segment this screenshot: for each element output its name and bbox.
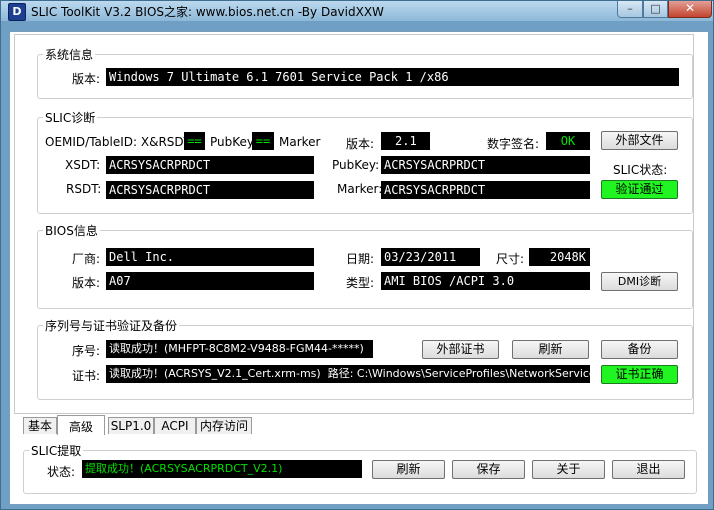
marker-label: Marker	[279, 135, 321, 149]
external-cert-button[interactable]: 外部证书	[422, 340, 499, 359]
tab-slp10[interactable]: SLP1.0	[108, 417, 154, 434]
cert-path-value: C:\Windows\ServiceProfiles\NetworkServic…	[356, 367, 590, 380]
bios-version-field: A07	[106, 272, 314, 290]
vendor-label: 厂商:	[72, 252, 101, 266]
backup-button[interactable]: 备份	[601, 340, 678, 359]
cert-ok-button[interactable]: 证书正确	[601, 365, 678, 384]
about-button[interactable]: 关于	[532, 460, 605, 479]
rsdt-label: RSDT:	[66, 182, 102, 196]
title-bar[interactable]: D SLIC ToolKit V3.2 BIOS之家: www.bios.net…	[1, 1, 713, 21]
marker-field-label: Marker:	[337, 182, 383, 196]
cert-field: 读取成功！(ACRSYS_V2.1_Cert.xrm-ms) 路径: C:\Wi…	[106, 365, 590, 383]
app-window: D SLIC ToolKit V3.2 BIOS之家: www.bios.net…	[0, 0, 714, 510]
system-info-title: 系统信息	[43, 46, 96, 63]
signature-label: 数字签名:	[487, 137, 540, 151]
bios-version-label: 版本:	[72, 276, 101, 290]
slic-diagnosis-title: SLIC诊断	[43, 109, 98, 126]
pubkey-field-label: PubKey:	[332, 158, 380, 172]
bios-info-title: BIOS信息	[43, 222, 100, 239]
dmi-diagnosis-button[interactable]: DMI诊断	[601, 272, 678, 291]
close-icon: ✕	[684, 1, 696, 15]
close-button[interactable]: ✕	[668, 1, 712, 18]
slic-verified-button[interactable]: 验证通过	[601, 180, 678, 199]
os-version-label: 版本:	[72, 72, 101, 86]
pubkey-marker-match: ==	[252, 132, 274, 150]
slic-version-field: 2.1	[381, 132, 430, 150]
maximize-icon: □	[650, 2, 661, 15]
app-icon[interactable]: D	[8, 3, 26, 21]
slic-extract-title: SLIC提取	[29, 442, 84, 459]
bios-size-field: 2048K	[529, 248, 590, 266]
bios-size-label: 尺寸:	[496, 252, 525, 266]
bios-info-group: BIOS信息	[37, 222, 693, 309]
serial-field: 读取成功！(MHFPT-8C8M2-V9488-FGM44-*****)	[106, 340, 373, 358]
os-version-field: Windows 7 Ultimate 6.1 7601 Service Pack…	[106, 68, 679, 86]
marker-field: ACRSYSACRPRDCT	[381, 181, 590, 199]
serial-label: 序号:	[72, 344, 101, 358]
bios-type-field: AMI BIOS /ACPI 3.0	[381, 272, 590, 290]
xsdt-field: ACRSYSACRPRDCT	[106, 156, 314, 174]
extract-status-field: 提取成功！(ACRSYSACRPRDCT_V2.1)	[82, 460, 362, 478]
vendor-field: Dell Inc.	[106, 248, 314, 266]
exit-button[interactable]: 退出	[612, 460, 685, 479]
window-title: SLIC ToolKit V3.2 BIOS之家: www.bios.net.c…	[31, 5, 384, 19]
serial-cert-group: 序列号与证书验证及备份	[37, 317, 693, 400]
extract-status-label: 状态:	[47, 465, 76, 479]
cert-value: 读取成功！(ACRSYS_V2.1_Cert.xrm-ms)	[109, 367, 321, 380]
save-button[interactable]: 保存	[452, 460, 525, 479]
pubkey-label: PubKey	[210, 135, 255, 149]
cert-label: 证书:	[72, 369, 101, 383]
tab-memory-access[interactable]: 内存访问	[196, 417, 252, 434]
rsdt-field: ACRSYSACRPRDCT	[106, 181, 314, 199]
maximize-button[interactable]: □	[643, 1, 668, 18]
oemid-label: OEMID/TableID: X&RSDT	[45, 135, 191, 149]
xsdt-label: XSDT:	[65, 158, 101, 172]
oemid-pubkey-match: ==	[184, 132, 205, 150]
pubkey-field: ACRSYSACRPRDCT	[381, 156, 590, 174]
cert-path-label: 路径:	[327, 367, 354, 380]
minimize-icon: –	[627, 2, 633, 15]
slic-version-label: 版本:	[346, 137, 375, 151]
serial-refresh-button[interactable]: 刷新	[512, 340, 589, 359]
slic-status-label: SLIC状态:	[613, 163, 668, 177]
signature-status: OK	[546, 132, 590, 150]
tab-acpi[interactable]: ACPI	[154, 417, 196, 434]
tab-basic[interactable]: 基本	[23, 417, 57, 434]
extract-refresh-button[interactable]: 刷新	[372, 460, 445, 479]
bios-date-field: 03/23/2011	[381, 248, 480, 266]
minimize-button[interactable]: –	[617, 1, 643, 18]
external-file-button[interactable]: 外部文件	[601, 131, 678, 150]
tab-advanced[interactable]: 高级	[57, 415, 105, 435]
bios-date-label: 日期:	[346, 252, 375, 266]
bios-type-label: 类型:	[346, 276, 375, 290]
serial-cert-title: 序列号与证书验证及备份	[43, 317, 180, 334]
